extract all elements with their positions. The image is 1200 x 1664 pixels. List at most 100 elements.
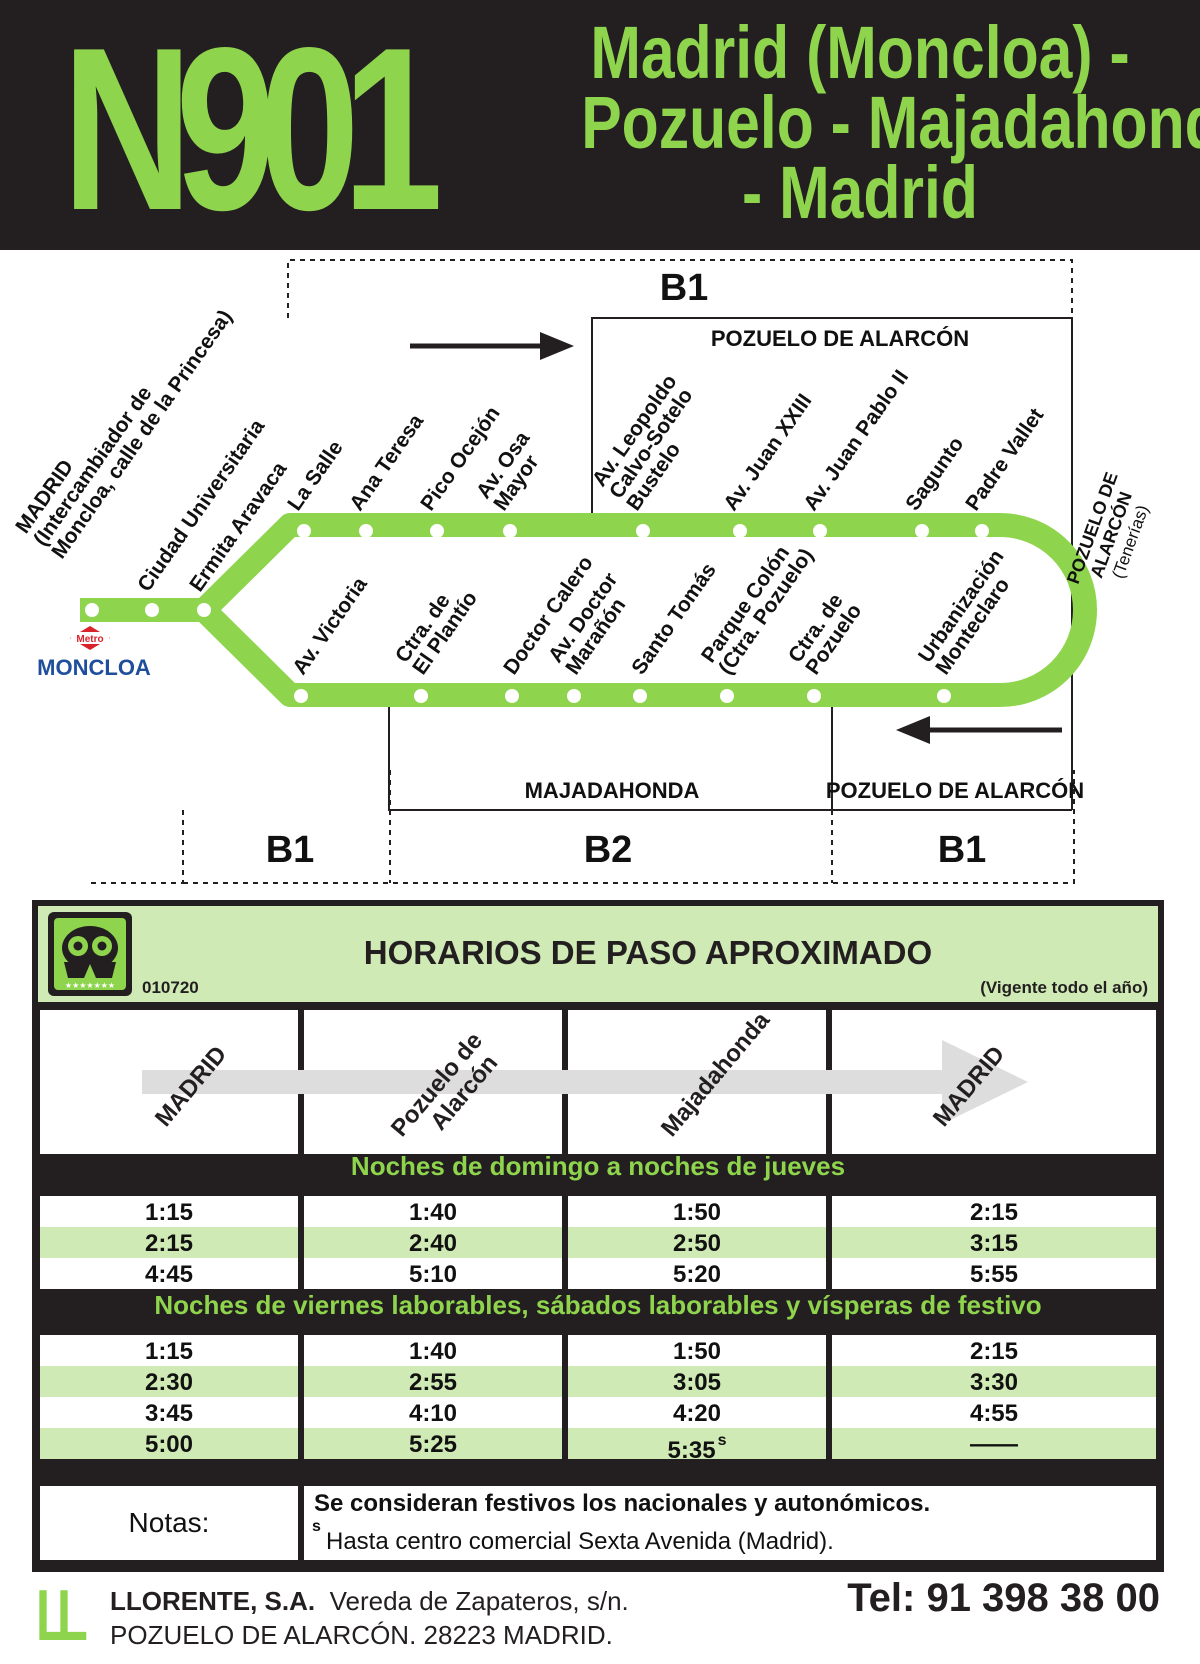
stop-label-return-7: Ctra. dePozuelo	[784, 588, 866, 679]
stop-label-outbound-8: Sagunto	[901, 433, 968, 515]
stop-dot-return-6	[720, 689, 734, 703]
stop-dot-return-8	[937, 689, 951, 703]
company-name: LLORENTE, S.A.	[110, 1586, 316, 1616]
route-header: N901 Madrid (Moncloa) - Pozuelo - Majada…	[0, 0, 1200, 250]
stop-dot-terminal	[1053, 603, 1067, 617]
municipality-boxes	[388, 317, 1073, 811]
stop-dot-return-2	[414, 689, 428, 703]
metro-logo-icon: Metro	[70, 626, 110, 650]
stop-label-outbound-5: Av. LeopoldoCalvo-SoteloBustelo	[588, 371, 716, 515]
operator-owl-logo-icon: ★★★★★★★	[48, 912, 132, 996]
notes-box: Se consideran festivos los nacionales y …	[304, 1486, 1156, 1560]
note-holidays: Se consideran festivos los nacionales y …	[314, 1490, 931, 1517]
stop-label-outbound-2: Ana Teresa	[345, 410, 428, 515]
table-cell: ——	[970, 1431, 1018, 1458]
stop-dot-outbound-1	[297, 524, 311, 538]
table-cell: 1:15	[144, 1199, 194, 1226]
stop-label-return-1: Av. Victoria	[288, 573, 372, 679]
stop-dot-madrid-moncloa	[85, 603, 99, 617]
table-cell: 3:05	[672, 1369, 722, 1396]
fare-zone-bottom-right: B1	[938, 829, 987, 871]
stop-dot-outbound-9	[975, 524, 989, 538]
stop-dot-outbound-5	[636, 524, 650, 538]
metro-badge-text: Metro	[76, 634, 103, 645]
stop-dot-outbound-6	[733, 524, 747, 538]
stop-label-return-8: UrbanizaciónMonteclaro	[914, 546, 1026, 679]
fare-zone-bottom-mid: B2	[584, 829, 633, 871]
table-cell: 2:15	[144, 1230, 194, 1257]
company-logo: LL	[36, 1576, 88, 1656]
svg-text:★★★★★★★: ★★★★★★★	[65, 981, 115, 990]
stop-label-outbound-6: Av. Juan XXIII	[719, 390, 816, 515]
municipality-pozuelo-top: POZUELO DE ALARCÓN	[711, 326, 969, 351]
table-row: 2:15 2:40 2:50 3:15	[40, 1227, 1156, 1258]
company-city: POZUELO DE ALARCÓN. 28223 MADRID.	[110, 1620, 613, 1650]
stop-dot-outbound-2	[359, 524, 373, 538]
route-title-line-2: Pozuelo - Majadahonda	[581, 81, 1200, 164]
stop-dot-shared-1	[145, 603, 159, 617]
table-cell: 1:15	[144, 1338, 194, 1365]
table-cell: 5:00	[144, 1431, 194, 1458]
route-code: N901	[62, 0, 443, 259]
direction-arrow-return	[896, 716, 1062, 744]
route-title-line-3: - Madrid	[742, 151, 978, 234]
table-cell: 1:50	[672, 1338, 722, 1365]
stop-label-return-2: Ctra. deEl Plantío	[391, 575, 482, 679]
timetable-header: ★★★★★★★ HORARIOS DE PASO APROXIMADO 0107…	[38, 906, 1158, 1002]
table-cell: 2:55	[408, 1369, 458, 1396]
route-title-line-1: Madrid (Moncloa) -	[590, 11, 1130, 94]
route-title: Madrid (Moncloa) - Pozuelo - Majadahonda…	[520, 11, 1200, 234]
stop-dot-return-4	[567, 689, 581, 703]
company-phone: Tel: 91 398 38 00	[847, 1576, 1160, 1620]
table-row: 1:15 1:40 1:50 2:15	[40, 1335, 1156, 1366]
company-address-line: LLORENTE, S.A. Vereda de Zapateros, s/n.	[110, 1586, 629, 1617]
timetable: ★★★★★★★ HORARIOS DE PASO APROXIMADO 0107…	[32, 900, 1164, 1572]
table-cell: 1:50	[672, 1199, 722, 1226]
table-cell: 2:15	[969, 1199, 1019, 1226]
stop-label-outbound-1: La Salle	[283, 437, 347, 515]
table-cell: 3:15	[969, 1230, 1019, 1257]
metro-station-label: MONCLOA	[37, 655, 151, 680]
table-cell: 4:20	[672, 1400, 722, 1427]
table-row: 5:00 5:25 5:35 s ——	[40, 1428, 1156, 1464]
route-map-svg: MADRID(Intercambiador deMoncloa, calle d…	[11, 259, 1159, 884]
footnote-mark: s	[717, 1432, 727, 1449]
stop-label-outbound-7: Av. Juan Pablo II	[799, 366, 913, 515]
timetable-title: HORARIOS DE PASO APROXIMADO	[363, 934, 933, 971]
stop-dot-return-3	[505, 689, 519, 703]
table-cell: 2:40	[408, 1230, 458, 1257]
footnote-mark: s	[312, 1518, 321, 1535]
fare-zone-top: B1	[660, 267, 709, 309]
table-cell: 5:25	[408, 1431, 458, 1458]
timetable-validity: (Vigente todo el año)	[980, 978, 1148, 997]
direction-arrow-icon	[142, 1040, 1028, 1124]
table-cell: 2:30	[144, 1369, 194, 1396]
table-row: 3:45 4:10 4:20 4:55	[40, 1397, 1156, 1428]
stop-dot-return-5	[633, 689, 647, 703]
stop-dot-shared-2	[197, 603, 211, 617]
stop-dot-outbound-4	[503, 524, 517, 538]
table-cell: 5:35 s	[667, 1432, 727, 1464]
timetable-code: 010720	[142, 978, 199, 997]
fare-zone-bottom-left: B1	[266, 829, 315, 871]
table-cell: 3:30	[969, 1369, 1019, 1396]
municipality-pozuelo-bottom: POZUELO DE ALARCÓN	[826, 778, 1084, 803]
stop-label-outbound-9: Padre Vallet	[961, 404, 1048, 515]
table-row: 1:15 1:40 1:50 2:15	[40, 1196, 1156, 1227]
note-sexta-avenida: Hasta centro comercial Sexta Avenida (Ma…	[326, 1528, 834, 1555]
table-row: 2:30 2:55 3:05 3:30	[40, 1366, 1156, 1397]
direction-arrow-outbound	[410, 332, 574, 360]
table-cell: 1:40	[408, 1199, 458, 1226]
route-map: MADRID(Intercambiador deMoncloa, calle d…	[0, 250, 1200, 900]
stop-dot-return-7	[807, 689, 821, 703]
stop-dot-return-1	[294, 689, 308, 703]
section-title-sunday-thursday: Noches de domingo a noches de jueves	[350, 1151, 846, 1181]
table-cell: 3:45	[144, 1400, 194, 1427]
table-cell: 4:10	[408, 1400, 458, 1427]
stop-dot-outbound-3	[430, 524, 444, 538]
column-headers-svg: MADRID Pozuelo de Alarcón Majadahonda MA…	[142, 1010, 1028, 1142]
notes-label: Notas:	[40, 1486, 298, 1560]
stop-dot-outbound-8	[915, 524, 929, 538]
municipality-majadahonda: MAJADAHONDA	[525, 778, 700, 803]
stop-label-terminal: POZUELO DEALARCÓN(Tenerías)	[1063, 470, 1159, 600]
